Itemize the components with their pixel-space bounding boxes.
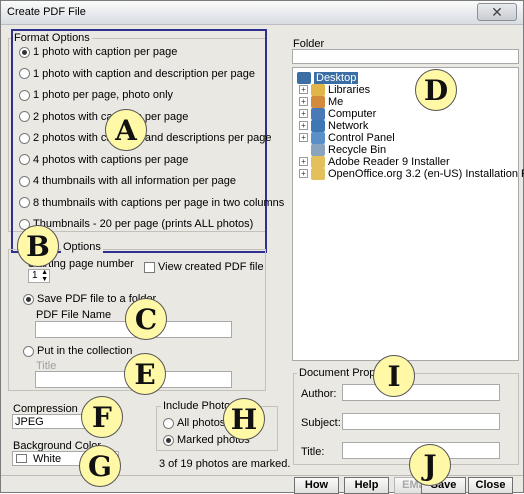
view-created-pdf-checkbox[interactable]: View created PDF file	[144, 261, 264, 273]
pdf-file-name-label: PDF File Name	[36, 309, 112, 321]
format-option-7[interactable]: 4 thumbnails with all information per pa…	[19, 174, 236, 188]
format-option-4[interactable]: 2 photos with captions per page	[19, 110, 188, 124]
user-icon	[311, 95, 325, 108]
folder-tree-label: Me	[328, 95, 344, 108]
expand-icon[interactable]: +	[299, 85, 308, 94]
folder-tree-label: Adobe Reader 9 Installer	[328, 155, 450, 168]
format-option-label: 4 photos with captions per page	[33, 153, 189, 166]
folder-tree-label: Network	[328, 119, 369, 132]
callout-f: F	[81, 396, 123, 438]
format-option-3[interactable]: 1 photo per page, photo only	[19, 88, 173, 102]
expand-icon[interactable]: +	[299, 169, 308, 178]
put-in-collection-radio-dot[interactable]	[23, 345, 34, 357]
folder-icon	[311, 167, 325, 180]
all-photos-radio[interactable]: All photos	[163, 417, 225, 429]
starting-page-stepper[interactable]: 1 ▲ ▼	[28, 269, 50, 283]
format-option-radio[interactable]	[19, 175, 30, 187]
folder-tree-label: Libraries	[328, 83, 371, 96]
format-option-label: 8 thumbnails with captions per page in t…	[33, 196, 285, 209]
subject-input[interactable]	[342, 413, 500, 430]
doc-title-label: Title:	[301, 446, 325, 458]
view-created-label: View created PDF file	[158, 261, 264, 273]
format-option-radio[interactable]	[19, 68, 30, 79]
format-option-label: 2 photos with captions and descriptions …	[33, 132, 272, 144]
window-title: Create PDF File	[7, 6, 86, 18]
callout-b: B	[17, 225, 59, 267]
options-legend: Options	[61, 241, 103, 253]
callout-h: H	[223, 398, 265, 440]
title-bar: Create PDF File ✕	[1, 1, 523, 25]
format-option-9[interactable]: Thumbnails - 20 per page (prints ALL pho…	[19, 217, 253, 231]
marked-photos-status: 3 of 19 photos are marked.	[159, 458, 291, 470]
folder-tree-label: Control Panel	[328, 131, 395, 144]
folder-tree-label: Desktop	[314, 71, 359, 84]
folder-tree-item[interactable]: + OpenOffice.org 3.2 (en-US) Installation…	[299, 167, 524, 180]
format-option-label: 1 photo with caption per page	[33, 46, 178, 58]
desktop-icon	[297, 71, 311, 84]
format-option-label: 1 photo with caption and description per…	[33, 67, 255, 80]
control-panel-icon	[311, 131, 325, 144]
starting-page-value: 1	[32, 270, 38, 281]
create-pdf-dialog: Create PDF File ✕ Format Options 1 photo…	[0, 0, 524, 494]
callout-g: G	[79, 445, 121, 487]
recycle-bin-icon	[311, 143, 325, 156]
author-label: Author:	[301, 388, 337, 400]
format-option-radio[interactable]	[19, 154, 30, 165]
format-option-label: Thumbnails - 20 per page (prints ALL pho…	[33, 218, 254, 230]
background-color-value: White	[33, 453, 62, 465]
close-button[interactable]: Close	[468, 477, 513, 494]
format-option-radio[interactable]	[19, 132, 30, 144]
expand-icon[interactable]: +	[299, 109, 308, 118]
callout-i: I	[373, 355, 415, 397]
format-option-1[interactable]: 1 photo with caption per page	[19, 45, 177, 59]
format-option-radio[interactable]	[19, 111, 30, 122]
folder-tree-label: Computer	[328, 107, 377, 120]
network-icon	[311, 119, 325, 132]
how-button[interactable]: How	[294, 477, 339, 494]
format-option-8[interactable]: 8 thumbnails with captions per page in t…	[19, 196, 284, 210]
computer-icon	[311, 107, 325, 120]
author-input[interactable]	[342, 384, 500, 401]
format-option-label: 1 photo per page, photo only	[33, 89, 174, 101]
folder-tree[interactable]: Desktop + Libraries + Me + Computer + Network + Co…	[292, 67, 524, 361]
subject-label: Subject:	[301, 417, 341, 429]
format-option-2[interactable]: 1 photo with caption and description per…	[19, 67, 255, 81]
expand-icon[interactable]: +	[299, 157, 308, 166]
all-photos-label: All photos	[177, 417, 226, 429]
format-option-label: 4 thumbnails with all information per pa…	[33, 175, 237, 187]
put-in-collection-label: Put in the collection	[37, 345, 133, 357]
libraries-icon	[311, 83, 325, 96]
folder-icon	[311, 155, 325, 168]
help-button[interactable]: Help	[344, 477, 389, 494]
color-swatch	[16, 454, 27, 463]
callout-d: D	[415, 69, 457, 111]
format-option-radio[interactable]	[19, 46, 30, 58]
format-option-radio[interactable]	[19, 197, 30, 208]
marked-photos-radio-dot[interactable]	[163, 434, 174, 446]
callout-j: J	[409, 444, 451, 486]
put-in-collection-radio[interactable]: Put in the collection	[23, 345, 132, 357]
expand-icon[interactable]: +	[299, 121, 308, 130]
folder-tree-label: OpenOffice.org 3.2 (en-US) Installation …	[328, 167, 524, 180]
compression-value: JPEG	[15, 416, 44, 428]
all-photos-radio-dot[interactable]	[163, 417, 174, 429]
folder-path-input[interactable]	[292, 49, 519, 64]
format-option-6[interactable]: 4 photos with captions per page	[19, 153, 188, 167]
expand-icon[interactable]: +	[299, 133, 308, 142]
window-close-button[interactable]: ✕	[477, 3, 517, 21]
folder-tree-label: Recycle Bin	[328, 143, 387, 156]
stepper-arrows-icon: ▲ ▼	[41, 269, 48, 283]
save-to-folder-radio-dot[interactable]	[23, 293, 34, 305]
expand-icon[interactable]: +	[299, 97, 308, 106]
view-created-checkbox-box[interactable]	[144, 261, 155, 273]
format-option-radio[interactable]	[19, 89, 30, 101]
callout-a: A	[105, 109, 147, 151]
callout-c: C	[125, 298, 167, 340]
callout-e: E	[124, 353, 166, 395]
close-icon: ✕	[491, 4, 503, 20]
